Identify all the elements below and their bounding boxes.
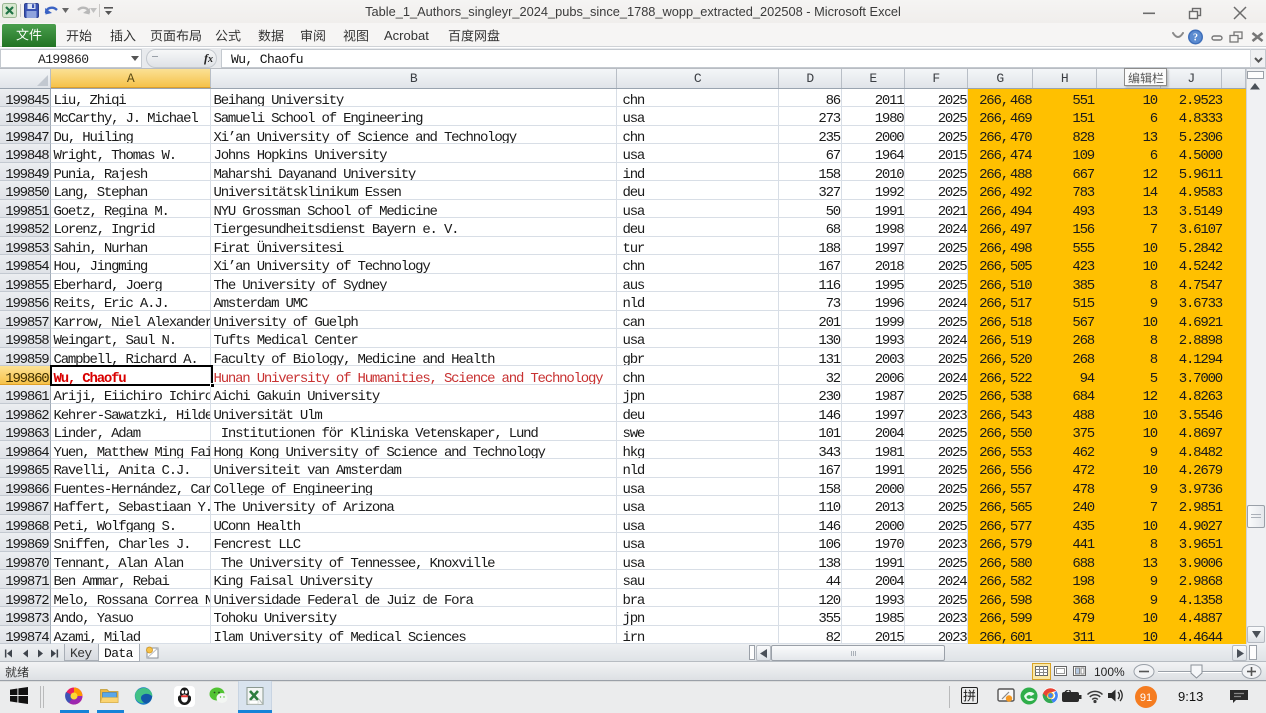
svg-text:?: ? xyxy=(1193,33,1198,44)
svg-text:91: 91 xyxy=(1140,692,1152,704)
